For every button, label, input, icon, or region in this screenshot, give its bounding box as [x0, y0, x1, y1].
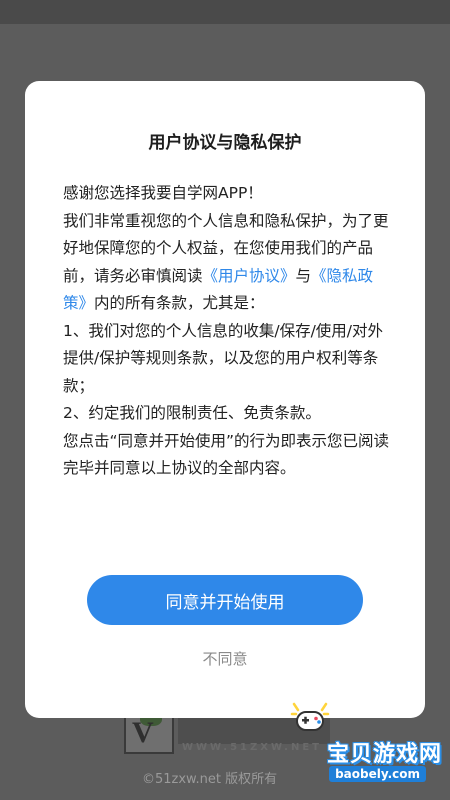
greeting-text: 感谢您选择我要自学网APP！ [63, 184, 263, 202]
disagree-button[interactable]: 不同意 [165, 643, 285, 673]
terms-item-2: 2、约定我们的限制责任、免责条款。 [63, 404, 321, 422]
status-bar [0, 0, 450, 24]
dialog-title: 用户协议与隐私保护 [148, 133, 302, 153]
logo-letter-mark: V [132, 716, 154, 749]
watermark-title: 宝贝游戏网 [326, 742, 442, 767]
conjunction-text: 与 [295, 266, 312, 285]
dialog-body: 感谢您选择我要自学网APP！ 我们非常重视您的个人信息和隐私保护，为了更好地保障… [63, 180, 393, 483]
intro-after-links-text: 内的所有条款，尤其是： [94, 294, 265, 312]
gamepad-icon [290, 702, 330, 731]
watermark-domain: baobely.com [329, 766, 426, 782]
user-agreement-dialog: 用户协议与隐私保护 感谢您选择我要自学网APP！ 我们非常重视您的个人信息和隐私… [25, 81, 425, 718]
watermark: 宝贝游戏网 baobely.com [272, 700, 442, 790]
closing-text: 您点击“同意并开始使用”的行为即表示您已阅读完毕并同意以上协议的全部内容。 [63, 431, 390, 478]
copyright-text: ©51zxw.net 版权所有 [142, 772, 278, 787]
intro-paragraph: 我们非常重视您的个人信息和隐私保护，为了更好地保障您的个人权益，在您使用我们的产… [63, 208, 393, 318]
user-agreement-link[interactable]: 《用户协议》 [203, 267, 296, 285]
terms-item-1: 1、我们对您的个人信息的收集/保存/使用/对外提供/保护等规则条款，以及您的用户… [63, 321, 384, 395]
agree-and-start-button[interactable]: 同意并开始使用 [87, 575, 363, 625]
